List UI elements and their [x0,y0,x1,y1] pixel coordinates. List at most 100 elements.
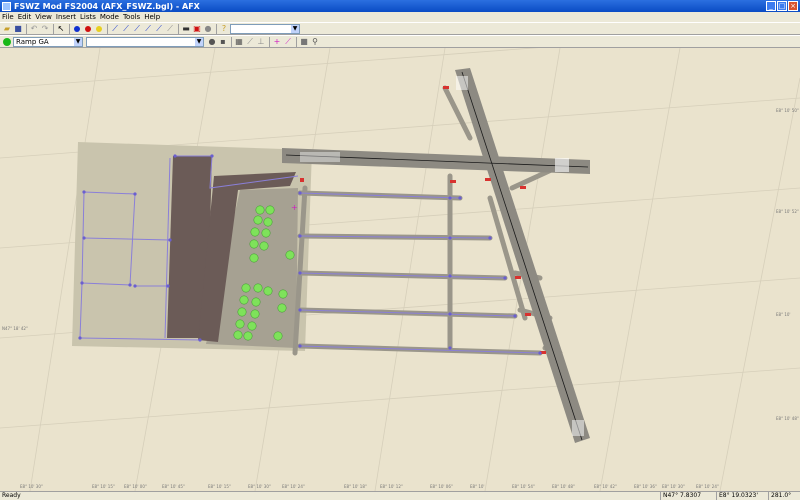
second-select[interactable]: ▼ [86,36,204,47]
undo-icon[interactable]: ↶ [29,24,39,34]
taxi-node[interactable] [133,192,137,196]
map-canvas[interactable]: N47° 18' 42" E8° 10' 30" E8° 10' 15" E8° 1… [0,48,800,491]
parking-spot[interactable] [263,286,273,296]
red-marker-icon[interactable]: ▣ [192,24,202,34]
taxi-node[interactable] [298,271,302,275]
status-ready: Ready [2,492,21,499]
menu-view[interactable]: View [35,13,56,21]
taxi-node[interactable] [513,314,517,318]
menu-lists[interactable]: Lists [80,13,100,21]
taxi-node[interactable] [128,283,132,287]
runway-tool-icon[interactable]: ▬ [181,24,191,34]
parking-spot[interactable] [285,250,295,260]
menu-insert[interactable]: Insert [56,13,80,21]
blue-node-icon[interactable] [72,24,82,34]
open-folder-icon[interactable]: ▰ [2,24,12,34]
parking-spot[interactable] [250,227,260,237]
parking-spot[interactable] [250,309,260,319]
parking-spot[interactable] [255,205,265,215]
taxi-node[interactable] [80,281,84,285]
title-bar[interactable]: FSWZ Mod FS2004 (AFX_FSWZ.bgl) - AFX _ □… [0,0,800,12]
gray-circle-icon[interactable]: ● [203,24,213,34]
menu-mode[interactable]: Mode [100,13,123,21]
parking-spot[interactable] [278,289,288,299]
parking-spot[interactable] [263,217,273,227]
info-icon[interactable]: ? [219,24,229,34]
taxi-node[interactable] [166,284,170,288]
node-icon[interactable]: ● [207,37,217,47]
maximize-button[interactable]: □ [777,1,787,11]
menu-help[interactable]: Help [144,13,164,21]
parking-spot[interactable] [261,228,271,238]
menu-tools[interactable]: Tools [123,13,144,21]
link-tool-6-icon[interactable]: ⟋ [165,24,175,34]
parking-spot[interactable] [253,283,263,293]
link-tool-4-icon[interactable]: ⟋ [143,24,153,34]
polygon-icon[interactable]: ▦ [234,37,244,47]
parking-spot[interactable] [259,241,269,251]
taxi-node[interactable] [78,336,82,340]
red-node-icon[interactable] [83,24,93,34]
taxi-node[interactable] [298,344,302,348]
parking-spot[interactable] [249,253,259,263]
airport-map[interactable]: N47° 18' 42" E8° 10' 30" E8° 10' 15" E8° 1… [0,48,800,491]
save-icon[interactable]: ■ [13,24,23,34]
redo-icon[interactable]: ↷ [40,24,50,34]
taxi-node[interactable] [458,196,462,200]
taxi-node[interactable] [82,236,86,240]
runway-main[interactable] [455,68,590,443]
taxi-node[interactable] [298,234,302,238]
parking-spot[interactable] [237,307,247,317]
parking-spot[interactable] [233,330,243,340]
link-tool-5-icon[interactable]: ⟋ [154,24,164,34]
zoom-icon[interactable]: ⚲ [310,37,320,47]
parking-spot[interactable] [273,331,283,341]
parking-spot[interactable] [249,239,259,249]
link-tool-3-icon[interactable]: ⟋ [132,24,142,34]
green-status-icon[interactable] [2,37,12,47]
yellow-node-icon[interactable] [94,24,104,34]
add-point-icon[interactable]: + [272,37,282,47]
right-label: E8° 10' 48" [776,416,799,421]
parking-spot[interactable] [265,205,275,215]
line-tool-icon[interactable]: ⟋ [245,37,255,47]
taxi-node[interactable] [168,238,172,242]
taxi-node[interactable] [448,312,452,316]
link-tool-1-icon[interactable]: ⟋ [110,24,120,34]
minimize-button[interactable]: _ [766,1,776,11]
taxi-node[interactable] [448,274,452,278]
pink-link-icon[interactable]: ⟋ [283,37,293,47]
parking-spot[interactable] [241,283,251,293]
taxi-node[interactable] [82,190,86,194]
taxi-node[interactable] [538,351,542,355]
parking-spot[interactable] [235,319,245,329]
square-icon[interactable]: ▪ [218,37,228,47]
ramp-select-value: Ramp GA [16,37,49,46]
taxi-node[interactable] [488,236,492,240]
edge-tool-icon[interactable]: ⊥ [256,37,266,47]
gray-square-icon[interactable]: ■ [299,37,309,47]
taxi-node[interactable] [298,191,302,195]
taxi-node[interactable] [448,236,452,240]
menu-file[interactable]: File [2,13,18,21]
taxi-node[interactable] [298,308,302,312]
parking-spot[interactable] [239,295,249,305]
taxi-node[interactable] [133,284,137,288]
close-button[interactable]: × [788,1,798,11]
taxi-node[interactable] [448,196,452,200]
parking-spot[interactable] [243,331,253,341]
taxi-node[interactable] [503,276,507,280]
ramp-select[interactable]: Ramp GA ▼ [13,36,83,47]
taxi-node[interactable] [210,154,214,158]
taxi-node[interactable] [448,346,452,350]
toolbar-select[interactable]: ▼ [230,23,300,34]
parking-spot[interactable] [277,303,287,313]
select-arrow-icon[interactable]: ↖ [56,24,66,34]
parking-spot[interactable] [253,215,263,225]
taxi-node[interactable] [173,154,177,158]
link-tool-2-icon[interactable]: ⟋ [121,24,131,34]
parking-spot[interactable] [247,321,257,331]
menu-edit[interactable]: Edit [18,13,36,21]
taxi-node[interactable] [198,338,202,342]
parking-spot[interactable] [251,297,261,307]
